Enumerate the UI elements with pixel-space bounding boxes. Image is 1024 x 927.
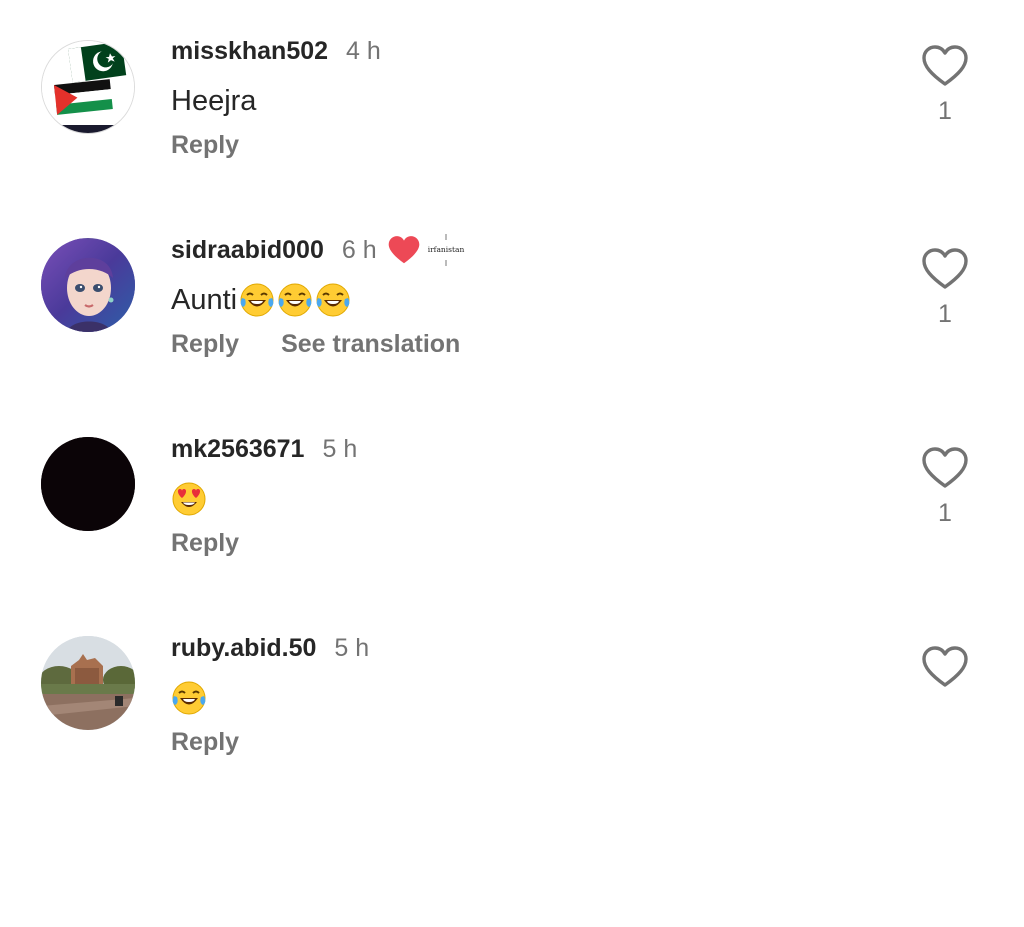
avatar[interactable] — [41, 238, 135, 332]
comment-item: ruby.abid.50 5 h Reply — [0, 630, 1024, 790]
timestamp: 4 h — [346, 36, 381, 65]
tears-of-joy-emoji — [240, 283, 274, 317]
comment-header: misskhan502 4 h — [171, 33, 381, 69]
creator-avatar-badge: irfanistan — [427, 233, 464, 267]
comment-actions: Reply See translation — [171, 327, 460, 361]
comment-text: Aunti — [171, 280, 351, 320]
username[interactable]: sidraabid000 — [171, 236, 324, 265]
comment-header: mk2563671 5 h — [171, 431, 357, 467]
creator-liked-heart-icon — [388, 236, 419, 264]
timestamp: 6 h — [341, 235, 377, 264]
comment-text — [171, 479, 207, 519]
see-translation-button[interactable]: See translation — [281, 330, 460, 359]
reply-button[interactable]: Reply — [171, 330, 239, 359]
comment-text — [171, 678, 207, 718]
comment-actions: Reply — [171, 526, 239, 560]
comment-item: misskhan502 4 h Heejra Reply 1 — [0, 33, 1024, 193]
like-count: 1 — [938, 97, 952, 125]
username[interactable]: ruby.abid.50 — [171, 634, 316, 663]
comment-text: Heejra — [171, 81, 256, 121]
heart-icon[interactable] — [922, 646, 968, 688]
tears-of-joy-emoji — [316, 283, 350, 317]
comment-text-content: Aunti — [171, 283, 238, 316]
comment-item: mk2563671 5 h Reply 1 — [0, 431, 1024, 591]
heart-eyes-emoji — [172, 482, 206, 516]
tears-of-joy-emoji — [278, 283, 312, 317]
reply-button[interactable]: Reply — [171, 728, 239, 757]
comment-text-content: Heejra — [171, 84, 257, 117]
comment-actions: Reply — [171, 128, 239, 162]
avatar[interactable] — [41, 437, 135, 531]
heart-icon[interactable] — [922, 248, 968, 290]
creator-badge-text: irfanistan — [427, 245, 464, 254]
reply-button[interactable]: Reply — [171, 131, 239, 160]
tears-of-joy-emoji — [172, 681, 206, 715]
comment-actions: Reply — [171, 725, 239, 759]
reply-button[interactable]: Reply — [171, 529, 239, 558]
like-count: 1 — [938, 300, 952, 328]
comment-header: ruby.abid.50 5 h — [171, 630, 369, 666]
heart-icon[interactable] — [922, 45, 968, 87]
comment-header: sidraabid000 6 h irfanistan — [171, 232, 466, 268]
like-count: 1 — [938, 499, 952, 527]
timestamp: 5 h — [334, 633, 370, 662]
avatar[interactable] — [41, 636, 135, 730]
avatar[interactable] — [41, 40, 135, 134]
username[interactable]: misskhan502 — [171, 37, 328, 66]
comment-item: sidraabid000 6 h irfanistan Aunti Reply … — [0, 232, 1024, 392]
heart-icon[interactable] — [922, 447, 968, 489]
timestamp: 5 h — [322, 434, 358, 463]
username[interactable]: mk2563671 — [171, 435, 304, 464]
